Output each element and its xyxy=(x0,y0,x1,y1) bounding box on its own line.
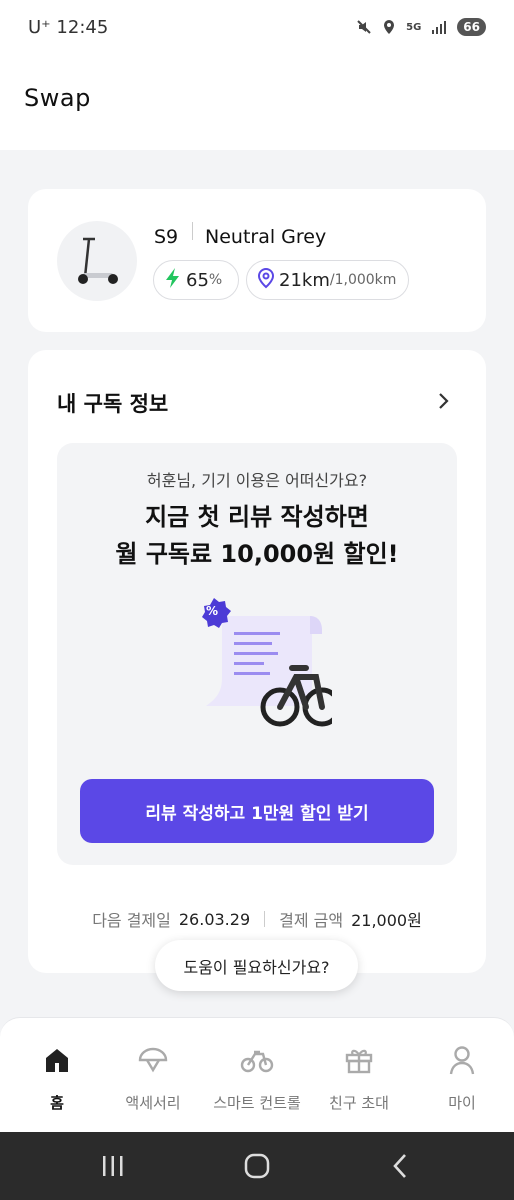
mute-icon xyxy=(356,19,372,35)
divider xyxy=(192,222,193,240)
next-payment-date: 26.03.29 xyxy=(178,909,251,929)
help-button[interactable]: 도움이 필요하신가요? xyxy=(155,940,358,991)
status-icons: 5G 66 xyxy=(356,18,486,36)
system-nav-bar xyxy=(0,1132,514,1200)
promo-greeting: 허훈님, 기기 이용은 어떠신가요? xyxy=(146,471,368,490)
discount-badge: % xyxy=(206,604,219,618)
back-icon[interactable] xyxy=(390,1152,410,1184)
distance-value: 21km xyxy=(279,269,330,291)
person-icon xyxy=(448,1042,476,1078)
bottom-nav: 홈 액세서리 스마트 컨트롤 친구 초대 마이 xyxy=(0,1017,514,1132)
scooter-image xyxy=(57,221,137,301)
battery-indicator: 66 xyxy=(457,18,486,36)
device-card[interactable]: S9 Neutral Grey 65% 21km/1,000km xyxy=(28,189,486,332)
nav-label-invite: 친구 초대 xyxy=(329,1094,389,1112)
location-pin-icon xyxy=(257,267,275,293)
nav-item-my[interactable]: 마이 xyxy=(412,1042,512,1113)
nav-label-smart-control: 스마트 컨트롤 xyxy=(213,1094,301,1112)
distance-limit: /1,000km xyxy=(329,272,397,288)
nav-item-smart-control[interactable]: 스마트 컨트롤 xyxy=(207,1042,307,1113)
app-header: Swap xyxy=(0,58,514,150)
promo-title-line2: 월 구독료 10,000원 할인! xyxy=(115,540,399,568)
payment-amount-label: 결제 금액 xyxy=(279,911,344,930)
gift-icon xyxy=(344,1042,374,1078)
home-icon xyxy=(43,1042,71,1078)
carrier-label: U⁺ xyxy=(28,17,51,38)
helmet-icon xyxy=(137,1042,169,1078)
battery-unit: % xyxy=(208,272,223,288)
status-left: U⁺ 12:45 xyxy=(28,17,108,38)
lightning-icon xyxy=(164,267,182,293)
payment-amount-value: 21,000원 xyxy=(351,911,422,930)
battery-chip: 65% xyxy=(153,260,239,300)
status-time: 12:45 xyxy=(56,17,109,38)
billing-info: 다음 결제일 26.03.29 결제 금액 21,000원 xyxy=(28,907,486,931)
app-logo: Swap xyxy=(24,84,91,112)
device-model: S9 xyxy=(154,226,179,248)
nav-label-accessories: 액세서리 xyxy=(125,1094,181,1112)
promo-title: 지금 첫 리뷰 작성하면 월 구독료 10,000원 할인! xyxy=(57,499,457,573)
nav-label-home: 홈 xyxy=(50,1094,64,1112)
location-icon xyxy=(382,19,396,35)
nav-item-accessories[interactable]: 액세서리 xyxy=(103,1042,203,1113)
home-system-icon[interactable] xyxy=(243,1152,271,1184)
distance-chip: 21km/1,000km xyxy=(246,260,409,300)
bike-icon xyxy=(240,1042,274,1078)
network-5g-icon: 5G xyxy=(406,21,422,33)
chevron-right-icon[interactable] xyxy=(438,392,450,414)
device-color-name: Neutral Grey xyxy=(205,226,327,248)
signal-icon xyxy=(431,20,447,34)
promo-title-line1: 지금 첫 리뷰 작성하면 xyxy=(145,503,369,531)
next-payment-label: 다음 결제일 xyxy=(92,911,171,930)
subscription-title: 내 구독 정보 xyxy=(57,392,169,416)
recent-apps-icon[interactable] xyxy=(101,1152,125,1184)
battery-value: 65 xyxy=(186,269,209,291)
nav-item-invite[interactable]: 친구 초대 xyxy=(309,1042,409,1113)
write-review-button[interactable]: 리뷰 작성하고 1만원 할인 받기 xyxy=(80,779,434,843)
review-promo-box: 허훈님, 기기 이용은 어떠신가요? 지금 첫 리뷰 작성하면 월 구독료 10… xyxy=(57,443,457,865)
status-bar: U⁺ 12:45 5G 66 xyxy=(0,0,514,58)
review-illustration: % xyxy=(192,598,342,733)
subscription-card: 내 구독 정보 허훈님, 기기 이용은 어떠신가요? 지금 첫 리뷰 작성하면 … xyxy=(28,350,486,973)
nav-label-my: 마이 xyxy=(448,1094,476,1112)
nav-item-home[interactable]: 홈 xyxy=(7,1042,107,1113)
divider xyxy=(264,911,266,927)
